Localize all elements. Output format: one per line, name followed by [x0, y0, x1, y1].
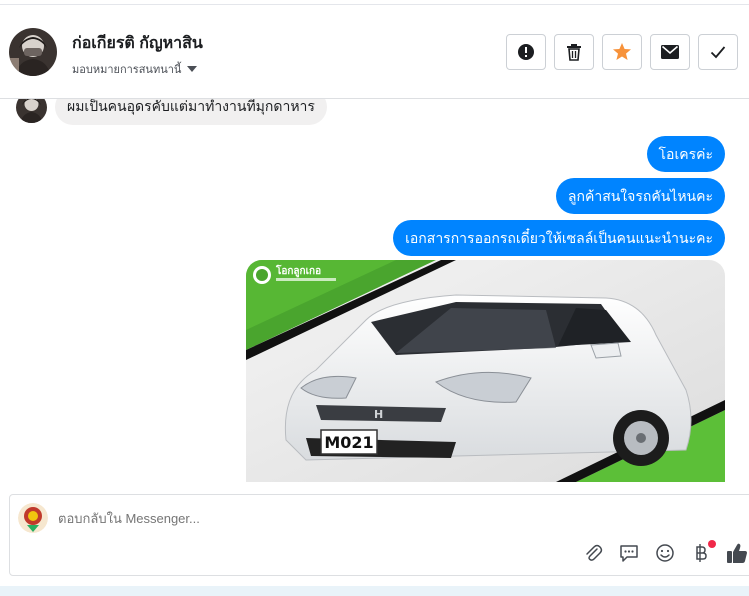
speech-bubble-icon [620, 545, 638, 562]
reply-input[interactable] [58, 511, 458, 526]
payment-button[interactable] [689, 540, 716, 565]
car-photo-attachment[interactable]: โอกลูกเกอ H M021 [246, 260, 725, 482]
star-button[interactable] [602, 34, 642, 70]
header-actions [506, 34, 738, 70]
outgoing-message[interactable]: โอเครค่ะ [646, 136, 725, 172]
page-avatar [18, 503, 48, 533]
check-icon [710, 46, 726, 59]
star-icon [613, 43, 631, 60]
conversation-header: ก่อเกียรติ กัญหาสิน มอบหมายการสนทนานี้ [0, 5, 749, 99]
outgoing-message[interactable]: ลูกค้าสนใจรถคันไหนคะ [555, 178, 725, 214]
caret-down-icon [187, 66, 198, 72]
envelope-icon [661, 45, 679, 59]
assign-conversation-dropdown[interactable]: มอบหมายการสนทนานี้ [72, 60, 198, 78]
svg-text:H: H [374, 408, 383, 421]
incoming-message[interactable]: ผมเป็นคนอุดรคับแต่มาทำงานที่มุกดาหาร [55, 99, 327, 125]
incoming-message-row: ผมเป็นคนอุดรคับแต่มาทำงานที่มุกดาหาร [16, 99, 327, 125]
sender-avatar [16, 99, 47, 123]
alert-icon [518, 44, 534, 60]
assign-label: มอบหมายการสนทนานี้ [72, 64, 182, 76]
delete-button[interactable] [554, 34, 594, 70]
attach-file-button[interactable] [581, 541, 605, 565]
emoji-button[interactable] [653, 541, 677, 565]
thumbs-up-icon [727, 543, 747, 563]
reply-composer [9, 494, 749, 576]
composer-toolbar [581, 540, 749, 565]
outgoing-message[interactable]: เอกสารการออกรถเดี๋ยวให้เซลล์เป็นคนแนะนำน… [393, 220, 725, 256]
mark-unread-button[interactable] [650, 34, 690, 70]
mark-done-button[interactable] [698, 34, 738, 70]
bottom-strip [0, 586, 749, 596]
send-like-button[interactable] [725, 541, 749, 565]
paperclip-icon [586, 544, 603, 561]
trash-icon [567, 44, 581, 61]
contact-name: ก่อเกียรติ กัญหาสิน [72, 35, 203, 52]
mark-spam-button[interactable] [506, 34, 546, 70]
notification-dot [708, 540, 716, 548]
brand-logo-text: โอกลูกเกอ [275, 264, 321, 278]
message-thread[interactable]: ผมเป็นคนอุดรคับแต่มาทำงานที่มุกดาหาร โอเ… [0, 99, 749, 482]
saved-replies-button[interactable] [617, 541, 641, 565]
contact-avatar[interactable] [9, 28, 57, 76]
smiley-icon [656, 544, 674, 562]
license-plate-text: M021 [324, 433, 373, 452]
